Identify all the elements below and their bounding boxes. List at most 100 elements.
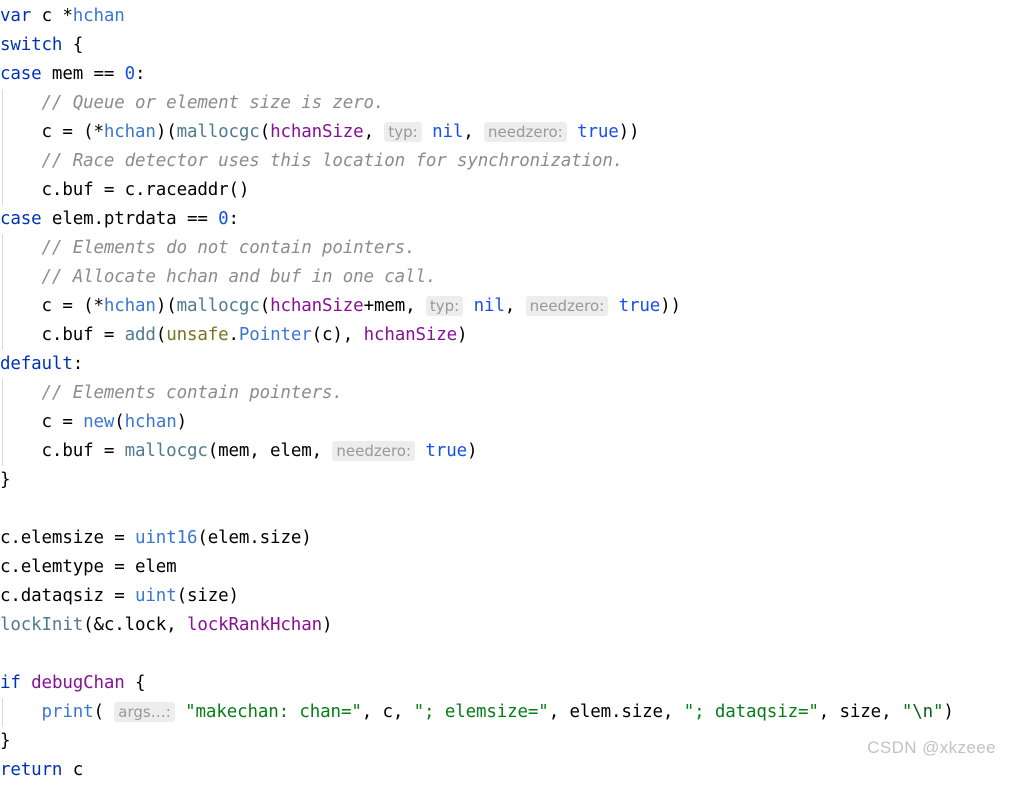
- code-editor[interactable]: var c *hchan switch { case mem == 0: // …: [0, 0, 1009, 780]
- token-expression: , elem.size,: [548, 702, 684, 722]
- token-type: uint16: [135, 528, 198, 548]
- token-punctuation: ): [176, 412, 188, 432]
- code-line: // Elements contain pointers.: [0, 379, 1009, 408]
- token-punctuation: (: [155, 325, 167, 345]
- code-line: c.buf = add(unsafe.Pointer(c), hchanSize…: [0, 321, 1009, 350]
- code-line: print( args…: "makechan: chan=", c, "; e…: [0, 698, 1009, 727]
- token-punctuation: (c),: [311, 325, 364, 345]
- token-constant: hchanSize: [270, 296, 364, 316]
- token-expression: , c,: [361, 702, 414, 722]
- parameter-hint-typ[interactable]: typ:: [425, 296, 464, 316]
- token-expression: c.elemsize =: [0, 528, 136, 548]
- code-line: if debugChan {: [0, 669, 1009, 698]
- token-type: Pointer: [238, 325, 312, 345]
- code-line: // Queue or element size is zero.: [0, 89, 1009, 118]
- code-line: }: [0, 727, 1009, 756]
- token-type: uint: [135, 586, 177, 606]
- code-line: case mem == 0:: [0, 60, 1009, 89]
- token-punctuation: )): [660, 296, 681, 316]
- token-punctuation: .: [228, 325, 240, 345]
- token-comment: // Elements do not contain pointers.: [41, 238, 416, 258]
- token-keyword: case: [0, 209, 42, 229]
- code-line: }: [0, 466, 1009, 495]
- code-line: c = new(hchan): [0, 408, 1009, 437]
- code-line: switch {: [0, 31, 1009, 60]
- code-line: c.buf = c.raceaddr(): [0, 176, 1009, 205]
- parameter-hint-needzero[interactable]: needzero:: [484, 122, 567, 142]
- token-expression: (size): [176, 586, 239, 606]
- token-expression: c.buf =: [41, 325, 125, 345]
- token-keyword: default: [0, 354, 73, 374]
- token-comment: // Elements contain pointers.: [41, 383, 343, 403]
- token-keyword: var: [0, 6, 32, 26]
- csdn-watermark: CSDN @xkzeee: [867, 738, 996, 757]
- token-punctuation: ): [321, 615, 333, 635]
- token-literal-true: true: [425, 441, 467, 461]
- token-expression: mem ==: [41, 64, 125, 84]
- token-function: add: [124, 325, 156, 345]
- token-punctuation: ): [466, 441, 478, 461]
- code-line: case elem.ptrdata == 0:: [0, 205, 1009, 234]
- token-punctuation: ): [943, 702, 954, 722]
- token-string-quote: ": [933, 702, 944, 722]
- token-constant: hchanSize: [363, 325, 458, 345]
- code-line: // Allocate hchan and buf in one call.: [0, 263, 1009, 292]
- token-type: hchan: [124, 412, 177, 432]
- parameter-hint-needzero[interactable]: needzero:: [332, 441, 416, 461]
- token-literal-nil: nil: [432, 122, 464, 142]
- token-literal-true: true: [577, 122, 619, 142]
- token-punctuation: ,: [463, 122, 485, 142]
- token-string-quote: ": [901, 702, 913, 722]
- code-line: c.dataqsiz = uint(size): [0, 582, 1009, 611]
- token-constant: hchanSize: [270, 122, 364, 142]
- parameter-hint-args[interactable]: args…:: [114, 702, 175, 722]
- token-string: "; dataqsiz=": [683, 702, 819, 722]
- token-constant: debugChan: [31, 673, 125, 693]
- parameter-hint-typ[interactable]: typ:: [384, 122, 422, 142]
- token-expression: c.dataqsiz =: [0, 586, 136, 606]
- token-punctuation: )(: [155, 296, 177, 316]
- token-expression: +mem: [363, 296, 406, 316]
- token-punctuation: (: [259, 296, 271, 316]
- token-function: lockInit: [0, 615, 84, 635]
- token-string: "makechan: chan=": [185, 702, 362, 722]
- code-line: return c: [0, 756, 1009, 785]
- token-builtin-new: new: [83, 412, 115, 432]
- token-function: mallocgc: [176, 296, 260, 316]
- token-literal-true: true: [618, 296, 661, 316]
- code-line: c = (*hchan)(mallocgc(hchanSize+mem, typ…: [0, 292, 1009, 321]
- token-expression: c.buf = c.raceaddr(): [41, 180, 250, 200]
- token-punctuation: (: [93, 702, 115, 722]
- token-number: 0: [124, 64, 136, 84]
- token-expression: c = (*: [41, 296, 104, 316]
- token-expression: c: [62, 760, 84, 780]
- token-comment: // Race detector uses this location for …: [41, 151, 624, 171]
- token-expression: c.elemtype = elem: [0, 557, 177, 577]
- token-punctuation: ,: [504, 296, 526, 316]
- token-function: mallocgc: [176, 122, 260, 142]
- token-literal-nil: nil: [473, 296, 505, 316]
- parameter-hint-needzero[interactable]: needzero:: [525, 296, 609, 316]
- token-punctuation: ,: [405, 296, 426, 316]
- token-comment: // Allocate hchan and buf in one call.: [41, 267, 437, 287]
- code-line: var c *hchan: [0, 2, 1009, 31]
- token-keyword: switch: [0, 35, 63, 55]
